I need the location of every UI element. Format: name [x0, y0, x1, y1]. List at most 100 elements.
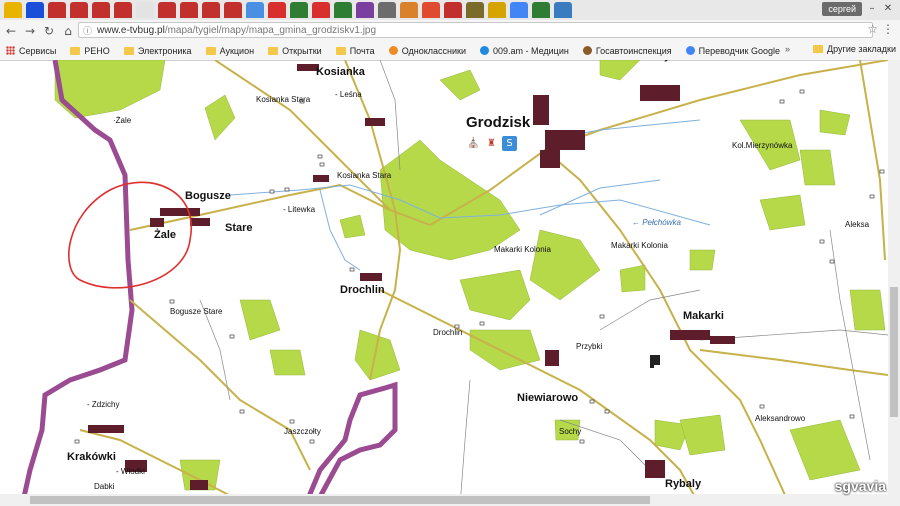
town-label: Stare: [225, 222, 253, 234]
folder-icon: [123, 46, 134, 55]
map-image: Kosianka Bogusze Stare Żale Drochlin Makarki N…: [0, 60, 888, 506]
browser-tab[interactable]: [532, 2, 550, 18]
bookmark-label: Переводчик Google: [698, 45, 781, 56]
browser-tab[interactable]: [114, 2, 132, 18]
browser-tab[interactable]: [268, 2, 286, 18]
home-icon[interactable]: ⌂: [60, 23, 76, 39]
site-favicon-icon: [582, 46, 592, 55]
browser-tab[interactable]: [26, 2, 44, 18]
village-label: Bogusze Stare: [170, 307, 223, 316]
reload-icon[interactable]: ↻: [41, 23, 57, 39]
browser-tab[interactable]: [400, 2, 418, 18]
forward-icon[interactable]: →: [22, 23, 38, 39]
village-label: - Włodki: [116, 467, 145, 476]
town-hall-icon: ♜: [487, 138, 496, 149]
river-label: ← Pełchówka: [632, 218, 681, 227]
town-label: Krakówki: [67, 451, 116, 463]
folder-icon: [335, 46, 346, 55]
browser-tab[interactable]: [444, 2, 462, 18]
browser-tab[interactable]: [48, 2, 66, 18]
folder-icon: [268, 46, 279, 55]
horizontal-scroll-thumb[interactable]: [30, 496, 650, 504]
close-window-icon[interactable]: ✕: [880, 0, 896, 18]
browser-tab[interactable]: [334, 2, 352, 18]
village-label: Kosianka Stara: [337, 171, 392, 180]
town-label: Kosianka: [316, 66, 365, 78]
browser-tab[interactable]: [202, 2, 220, 18]
bookmark-item[interactable]: Открытки: [268, 46, 322, 56]
browser-tab[interactable]: [378, 2, 396, 18]
bookmark-item[interactable]: Одноклассники: [388, 45, 466, 56]
page-info-icon[interactable]: ⓘ: [83, 23, 92, 39]
apps-icon: [6, 46, 15, 55]
gmina-boundary: [19, 60, 398, 506]
menu-icon[interactable]: ⋮: [882, 22, 894, 36]
toolbar: ← → ↻ ⌂ ⓘ www.e-tvbug.pl/mapa/tygiel/map…: [0, 20, 900, 41]
town-label: Makarki: [683, 310, 724, 322]
town-label: Żale: [154, 229, 177, 241]
browser-tab[interactable]: [312, 2, 330, 18]
minimize-icon[interactable]: –: [864, 0, 880, 18]
map-canvas: [19, 60, 888, 506]
bookmark-item[interactable]: РЕНО: [70, 46, 110, 56]
browser-tab[interactable]: [510, 2, 528, 18]
folder-icon: [70, 46, 81, 55]
village-label: Makarki Kolonia: [611, 241, 668, 250]
profile-button[interactable]: сергей: [822, 2, 862, 16]
bookmark-star-icon[interactable]: ☆: [867, 22, 878, 36]
town-label: Rybaly: [665, 478, 702, 490]
village-label: Makarki Kolonia: [494, 245, 551, 254]
browser-tab[interactable]: [180, 2, 198, 18]
browser-tab[interactable]: [70, 2, 88, 18]
bookmark-item[interactable]: Аукцион: [205, 46, 254, 56]
bookmarks-bar: Сервисы РЕНО Электроника Аукцион Открытки Поч…: [0, 41, 900, 61]
bookmark-label: Госавтоинспекция: [595, 45, 672, 56]
bookmark-item[interactable]: Почта: [335, 46, 375, 56]
back-icon[interactable]: ←: [3, 23, 19, 39]
town-label: Drochlin: [340, 284, 385, 296]
browser-tab[interactable]: [4, 2, 22, 18]
bookmark-label: Электроника: [137, 45, 192, 56]
village-label: Aleksandrowo: [755, 414, 806, 423]
bookmark-label: Одноклассники: [401, 45, 466, 56]
horizontal-scrollbar[interactable]: [0, 494, 888, 506]
bookmark-item[interactable]: Переводчик Google: [685, 45, 781, 56]
browser-tab[interactable]: [246, 2, 264, 18]
browser-tab[interactable]: [356, 2, 374, 18]
browser-tab[interactable]: [92, 2, 110, 18]
browser-tab[interactable]: [554, 2, 572, 18]
black-marker: [650, 355, 660, 368]
city-label: Grodzisk: [466, 114, 531, 131]
bookmark-item[interactable]: Госавтоинспекция: [582, 45, 672, 56]
browser-tab[interactable]: [158, 2, 176, 18]
browser-tab[interactable]: [224, 2, 242, 18]
url-host: www.e-tvbug.pl: [97, 25, 165, 36]
site-favicon-icon: [479, 46, 489, 55]
village-label: - Litewka: [283, 205, 316, 214]
village-label: Dabki: [94, 482, 115, 491]
village-label: Drochlin: [433, 328, 463, 337]
bookmark-item[interactable]: 009.am - Медицин: [479, 45, 569, 56]
browser-tab[interactable]: [422, 2, 440, 18]
bookmark-item[interactable]: Сервисы: [6, 46, 56, 56]
bookmark-label: Открытки: [282, 45, 322, 56]
vertical-scroll-thumb[interactable]: [890, 287, 898, 417]
vertical-scrollbar[interactable]: [888, 60, 900, 506]
bookmark-label: 009.am - Медицин: [492, 45, 569, 56]
church-icon: ⛪: [467, 138, 480, 149]
bookmarks-more-button[interactable]: »: [785, 44, 790, 54]
browser-tab[interactable]: [136, 2, 154, 18]
city-poi-icons: ⛪ ♜ S: [466, 136, 517, 151]
village-label: Przybki: [576, 342, 603, 351]
browser-tab[interactable]: [290, 2, 308, 18]
tab-strip: сергей – ✕: [0, 0, 900, 21]
site-favicon-icon: [685, 46, 695, 55]
browser-tab[interactable]: [466, 2, 484, 18]
address-bar[interactable]: ⓘ www.e-tvbug.pl/mapa/tygiel/mapy/mapa_g…: [78, 22, 873, 38]
url-path: /mapa/tygiel/mapy/mapa_gmina_grodziskv1.…: [164, 25, 377, 36]
other-bookmarks[interactable]: Другие закладки: [813, 44, 896, 54]
bookmark-label: РЕНО: [84, 45, 110, 56]
browser-tab[interactable]: [488, 2, 506, 18]
village-label: - Zdzichy: [87, 400, 120, 409]
bookmark-item[interactable]: Электроника: [123, 45, 192, 56]
